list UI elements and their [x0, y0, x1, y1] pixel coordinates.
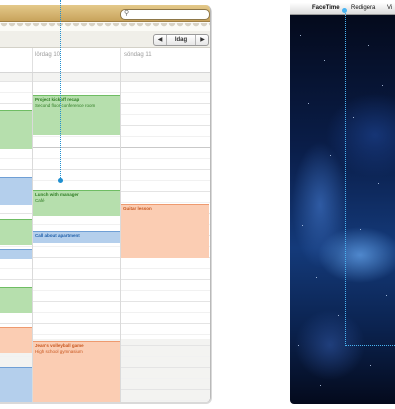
calendar-event[interactable]: Lunch with manager Café — [33, 190, 120, 216]
calendar-event[interactable] — [0, 327, 32, 353]
star — [338, 315, 339, 316]
calendar-event[interactable] — [0, 287, 32, 313]
star — [368, 45, 369, 46]
date-navigation: ◀ Idag ▶ — [153, 34, 209, 46]
star — [370, 365, 371, 366]
day-header-row: lördag 10 söndag 11 — [0, 48, 210, 73]
column-divider — [120, 48, 121, 72]
previous-day-button[interactable]: ◀ — [154, 35, 167, 45]
star — [330, 155, 331, 156]
calendar-event[interactable] — [0, 367, 32, 402]
calendar-event[interactable]: Guitar lesson — [121, 204, 209, 258]
event-location: Second floor conference room — [35, 102, 96, 108]
magnifier-icon: ⚲ — [124, 10, 130, 17]
calendar-event[interactable] — [0, 110, 32, 149]
star — [316, 277, 317, 278]
event-location: Café — [35, 197, 45, 203]
toolbar: ◀ Idag ▶ — [0, 31, 210, 48]
search-field[interactable]: ⚲ — [120, 9, 210, 20]
callout-guide-line — [346, 345, 395, 346]
calendar-event[interactable]: Jean's volleyball game High school gymna… — [33, 341, 120, 402]
next-day-button[interactable]: ▶ — [195, 35, 209, 45]
event-title: Call about apartment — [35, 233, 80, 238]
star — [320, 385, 321, 386]
leather-stitch — [0, 23, 210, 31]
today-button[interactable]: Idag — [167, 35, 195, 45]
callout-guide-line — [60, 0, 61, 180]
calendar-event[interactable] — [0, 177, 32, 205]
desktop-screenshot-crop: FaceTime Redigera Vi — [290, 0, 395, 409]
calendar-event[interactable] — [0, 219, 32, 245]
event-location: High school gymnasium — [35, 348, 83, 354]
star — [324, 60, 325, 61]
callout-guide-line — [345, 10, 346, 346]
star — [308, 103, 309, 104]
menu-view[interactable]: Vi — [387, 3, 392, 14]
calendar-event[interactable]: Call about apartment — [33, 231, 120, 243]
star — [386, 295, 387, 296]
title-bar: ⚲ — [0, 5, 210, 22]
menu-facetime[interactable]: FaceTime — [312, 3, 340, 14]
star — [302, 225, 303, 226]
star — [300, 35, 301, 36]
day-header-saturday: lördag 10 — [35, 52, 61, 58]
star — [353, 117, 354, 118]
star — [378, 183, 379, 184]
calendar-event[interactable] — [0, 249, 32, 259]
calendar-window: ⚲ ◀ Idag ▶ lördag 10 söndag 11 Project k… — [0, 5, 211, 402]
star — [360, 229, 361, 230]
calendar-window-crop: ⚲ ◀ Idag ▶ lördag 10 söndag 11 Project k… — [0, 0, 212, 409]
menu-edit[interactable]: Redigera — [351, 3, 375, 14]
callout-dot — [57, 178, 63, 183]
calendar-event[interactable]: Project kickoff recap Second floor confe… — [33, 95, 120, 135]
column-divider — [32, 48, 33, 72]
day-header-sunday: söndag 11 — [124, 52, 152, 58]
event-title: Guitar lesson — [123, 206, 152, 211]
star — [298, 345, 299, 346]
week-grid[interactable]: Project kickoff recap Second floor confe… — [0, 73, 210, 402]
star — [382, 85, 383, 86]
